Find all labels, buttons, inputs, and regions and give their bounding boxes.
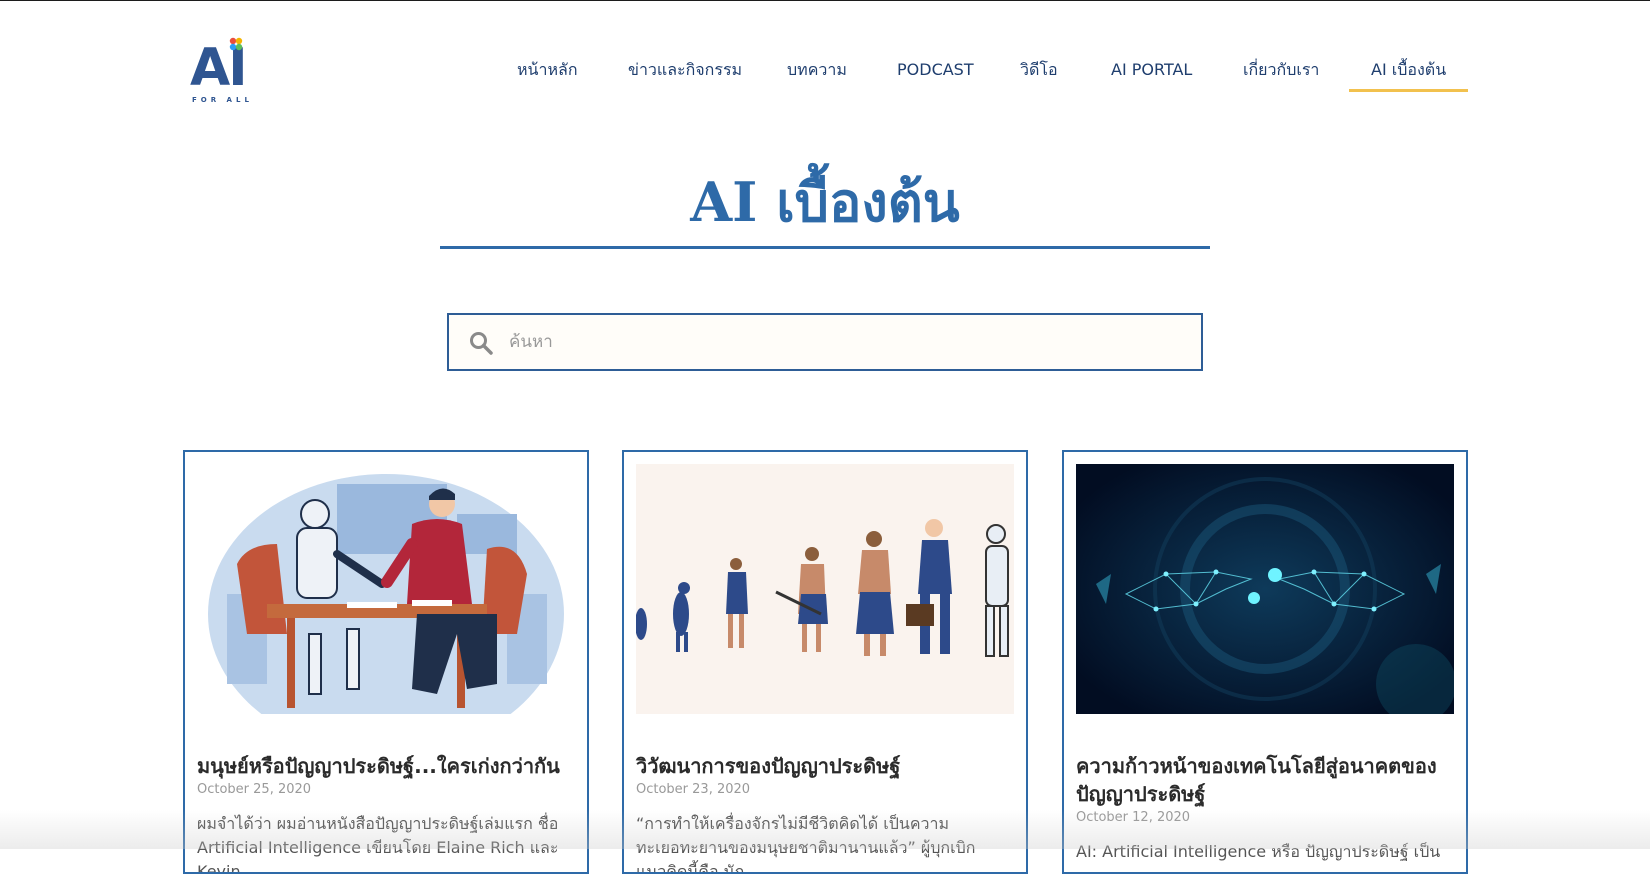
nav-item-articles[interactable]: บทความ bbox=[787, 55, 847, 93]
search-box bbox=[447, 313, 1203, 371]
logo-subtext: FOR ALL bbox=[192, 96, 253, 104]
human-evolution-to-robot-illustration-icon bbox=[636, 464, 1014, 714]
article-date: October 12, 2020 bbox=[1076, 810, 1191, 825]
window-top-border bbox=[0, 0, 1650, 1]
search-input[interactable] bbox=[509, 315, 1189, 369]
nav-item-about-us[interactable]: เกี่ยวกับเรา bbox=[1243, 55, 1319, 93]
article-thumbnail[interactable] bbox=[636, 464, 1014, 714]
page-title: AI เบื้องต้น bbox=[690, 170, 960, 234]
nav-item-podcast[interactable]: PODCAST bbox=[897, 55, 974, 93]
article-thumbnail[interactable] bbox=[1076, 464, 1454, 714]
main-navigation: หน้าหลัก ข่าวและกิจกรรม บทความ PODCAST ว… bbox=[0, 55, 1650, 95]
article-card[interactable]: วิวัฒนาการของปัญญาประดิษฐ์ October 23, 2… bbox=[622, 450, 1028, 874]
article-title[interactable]: วิวัฒนาการของปัญญาประดิษฐ์ bbox=[636, 752, 1016, 780]
logo-flower-icon bbox=[229, 37, 243, 51]
robot-human-armwrestling-illustration-icon bbox=[197, 464, 575, 714]
article-card[interactable]: มนุษย์หรือปัญญาประดิษฐ์...ใครเก่งกว่ากัน… bbox=[183, 450, 589, 874]
article-title[interactable]: มนุษย์หรือปัญญาประดิษฐ์...ใครเก่งกว่ากัน bbox=[197, 752, 577, 780]
article-thumbnail[interactable] bbox=[197, 464, 575, 714]
nav-item-home[interactable]: หน้าหลัก bbox=[517, 55, 578, 93]
digital-hands-technology-illustration-icon bbox=[1076, 464, 1454, 714]
article-card[interactable]: ความก้าวหน้าของเทคโนโลยีสู่อนาคตของปัญญา… bbox=[1062, 450, 1468, 874]
article-date: October 25, 2020 bbox=[197, 782, 312, 797]
nav-item-ai-portal[interactable]: AI PORTAL bbox=[1111, 55, 1192, 93]
article-excerpt: “การทำให้เครื่องจักรไม่มีชีวิตคิดได้ เป็… bbox=[636, 814, 976, 874]
article-excerpt: ผมจำได้ว่า ผมอ่านหนังสือปัญญาประดิษฐ์เล่… bbox=[197, 814, 559, 874]
article-excerpt: AI: Artificial Intelligence หรือ ปัญญาปร… bbox=[1076, 842, 1441, 861]
article-date: October 23, 2020 bbox=[636, 782, 751, 797]
nav-item-video[interactable]: วิดีโอ bbox=[1020, 55, 1058, 93]
search-icon[interactable] bbox=[469, 331, 493, 355]
nav-item-news-activities[interactable]: ข่าวและกิจกรรม bbox=[628, 55, 742, 93]
title-divider bbox=[440, 246, 1210, 249]
nav-item-ai-basics[interactable]: AI เบื้องต้น bbox=[1348, 55, 1469, 93]
article-title[interactable]: ความก้าวหน้าของเทคโนโลยีสู่อนาคตของปัญญา… bbox=[1076, 752, 1456, 808]
